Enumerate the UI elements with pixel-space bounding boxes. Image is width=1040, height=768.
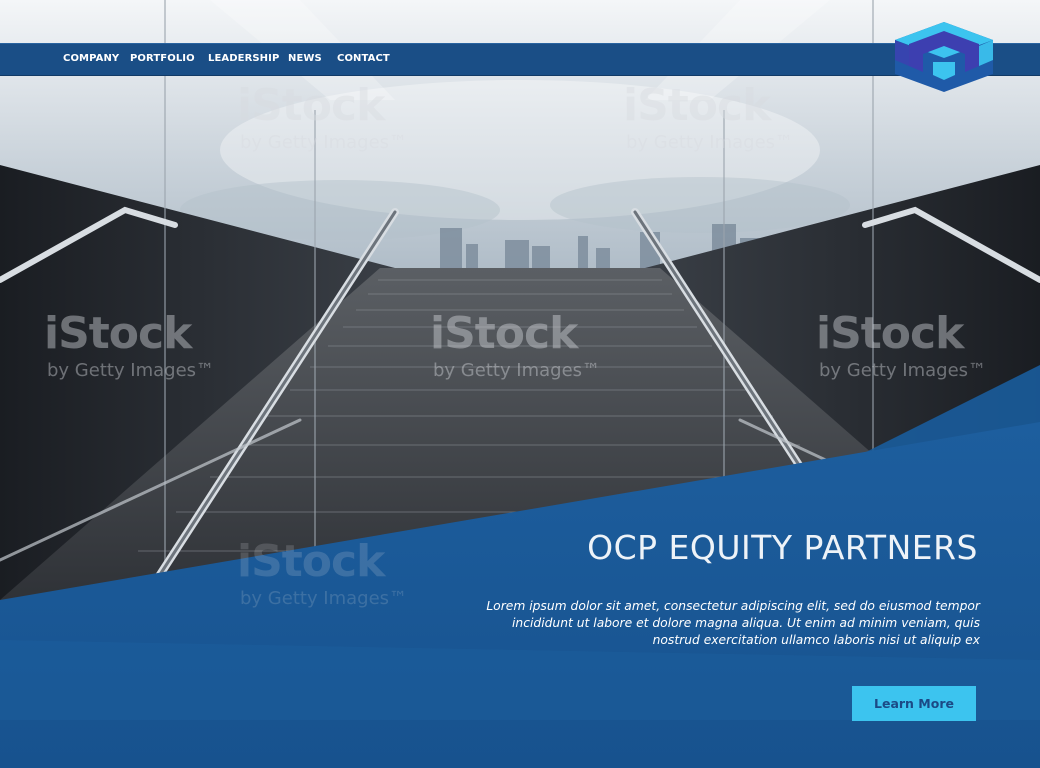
- page-title: OCP EQUITY PARTNERS: [587, 528, 978, 567]
- staircase-photo: [0, 0, 1040, 768]
- nav-item-news[interactable]: NEWS: [288, 53, 322, 64]
- hero-description: Lorem ipsum dolor sit amet, consectetur …: [486, 599, 980, 647]
- nav-item-contact[interactable]: CONTACT: [337, 53, 390, 64]
- nav-item-company[interactable]: COMPANY: [63, 53, 119, 64]
- company-logo[interactable]: [893, 20, 995, 94]
- learn-more-button[interactable]: Learn More: [852, 686, 976, 721]
- hexagon-box-logo-icon: [895, 22, 993, 92]
- hero-background: [0, 0, 1040, 768]
- top-nav-bar: COMPANY PORTFOLIO LEADERSHIP NEWS CONTAC…: [0, 43, 1040, 76]
- nav-item-portfolio[interactable]: PORTFOLIO: [130, 53, 195, 64]
- nav-item-leadership[interactable]: LEADERSHIP: [208, 53, 279, 64]
